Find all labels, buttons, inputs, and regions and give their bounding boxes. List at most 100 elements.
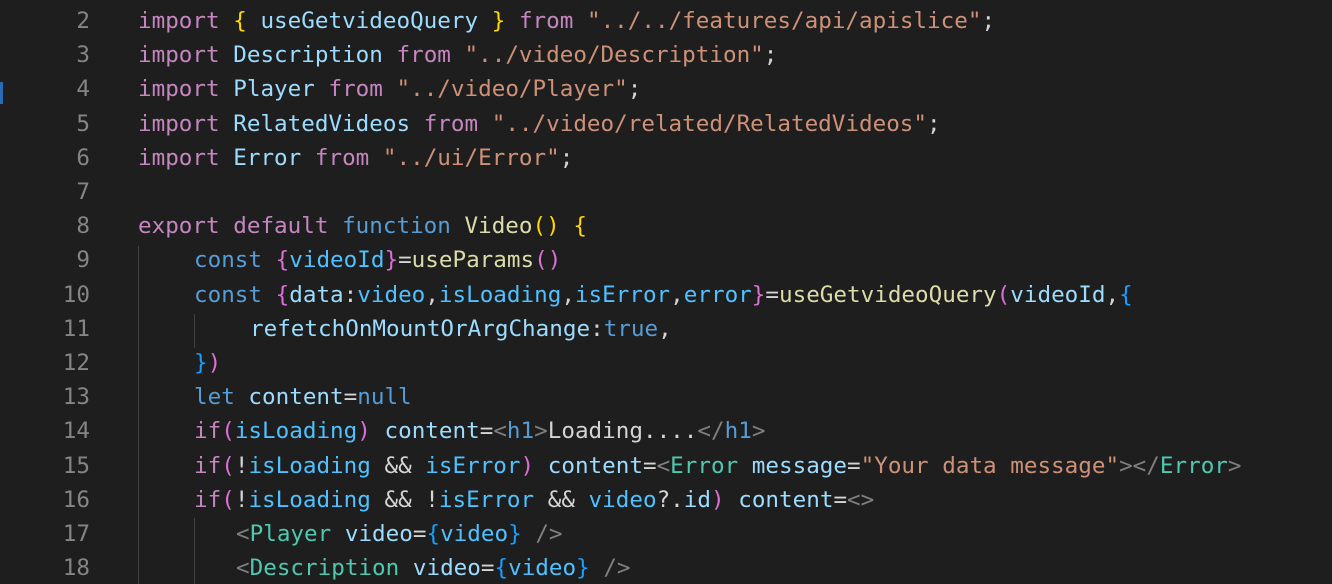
- code-token: =: [642, 452, 657, 479]
- code-token: (): [534, 247, 562, 274]
- code-token: videoId: [289, 247, 385, 274]
- code-line[interactable]: 8 export default function Video() {: [0, 209, 1332, 243]
- code-text: export default function Video() {: [138, 209, 587, 243]
- code-token: Error: [1159, 452, 1228, 479]
- code-token: import: [138, 144, 220, 171]
- code-token: !: [425, 486, 439, 513]
- code-token: h1: [506, 418, 535, 445]
- code-line[interactable]: 12}): [0, 346, 1332, 380]
- code-token: isLoading: [248, 486, 371, 513]
- code-token: <: [236, 521, 250, 547]
- code-token: function: [342, 213, 451, 240]
- code-line[interactable]: 17 <Player video={video} />: [0, 517, 1332, 551]
- line-number: 12: [62, 350, 90, 376]
- code-token: error: [683, 281, 752, 308]
- code-token: useParams: [411, 247, 535, 274]
- code-token: ): [357, 418, 371, 445]
- code-token: video: [412, 555, 481, 582]
- code-token: Description: [249, 555, 400, 582]
- code-token: useGetvideoQuery: [260, 8, 479, 34]
- line-number: 6: [76, 144, 90, 171]
- code-token: </: [697, 418, 725, 445]
- code-editor[interactable]: 2 import { useGetvideoQuery } from "../..…: [0, 0, 1332, 584]
- code-token: &&: [534, 486, 589, 513]
- code-token: refetchOnMountOrArgChange: [250, 315, 591, 342]
- code-token: (: [221, 452, 235, 479]
- code-token: let: [194, 384, 235, 411]
- code-token: export: [138, 213, 220, 240]
- code-text: const {videoId}=useParams(): [194, 243, 561, 277]
- code-token: ,: [425, 281, 439, 308]
- code-line[interactable]: 14 if(isLoading) content=<h1>Loading....<…: [0, 414, 1332, 448]
- code-token: video: [588, 486, 657, 513]
- code-token: (: [996, 281, 1011, 308]
- code-text: if(isLoading) content=<h1>Loading....</h…: [194, 414, 765, 448]
- code-token: <: [656, 452, 671, 479]
- code-token: ): [711, 486, 725, 513]
- code-token: const: [194, 281, 263, 308]
- code-line[interactable]: 9 const {videoId}=useParams(): [0, 243, 1332, 277]
- code-line[interactable]: 3 import Description from "../video/Descr…: [0, 38, 1332, 72]
- code-line[interactable]: 16 if(!isLoading && !isError && video?.id…: [0, 483, 1332, 517]
- code-token: =: [833, 486, 848, 513]
- code-line[interactable]: 6 import Error from "../ui/Error";: [0, 141, 1332, 175]
- code-token: (: [221, 486, 235, 513]
- code-line[interactable]: 2 import { useGetvideoQuery } from "../..…: [0, 4, 1332, 38]
- code-line[interactable]: 11 refetchOnMountOrArgChange:true,: [0, 312, 1332, 346]
- code-token: data: [289, 281, 344, 308]
- code-text: refetchOnMountOrArgChange:true,: [250, 312, 672, 346]
- code-token: "../../features/api/apislice": [586, 8, 982, 34]
- code-token: =: [412, 521, 427, 547]
- code-token: }: [194, 350, 208, 376]
- code-line[interactable]: 7: [0, 175, 1332, 209]
- code-token: :: [343, 281, 358, 308]
- code-token: videoId: [1010, 281, 1106, 308]
- code-token: (: [221, 418, 235, 445]
- code-token: id: [683, 486, 711, 513]
- code-token: isLoading: [234, 418, 358, 445]
- code-token: {: [494, 555, 509, 582]
- code-token: >: [1227, 452, 1242, 479]
- line-number: 16: [62, 486, 90, 513]
- code-token: "../ui/Error": [382, 144, 560, 171]
- code-token: video: [357, 281, 426, 308]
- code-token: content: [248, 384, 344, 411]
- code-line[interactable]: 5 import RelatedVideos from "../video/rel…: [0, 107, 1332, 141]
- code-line[interactable]: 15 if(!isLoading && isError) content=<Err…: [0, 449, 1332, 483]
- code-line[interactable]: 18 <Description video={video} />: [0, 551, 1332, 584]
- code-token: }: [491, 8, 506, 34]
- line-number: 3: [76, 42, 90, 69]
- code-token: =: [398, 247, 412, 274]
- code-token: import: [138, 8, 220, 34]
- code-token: =: [480, 555, 495, 582]
- code-text: if(!isLoading && !isError && video?.id) …: [194, 483, 874, 517]
- code-line[interactable]: 4 import Player from "../video/Player";: [0, 72, 1332, 106]
- code-line[interactable]: 10 const {data:video,isLoading,isError,er…: [0, 278, 1332, 312]
- code-token: useGetvideoQuery: [779, 281, 997, 308]
- code-line[interactable]: 13 let content=null: [0, 380, 1332, 414]
- code-text: import RelatedVideos from "../video/rela…: [138, 107, 941, 141]
- code-token: Player: [249, 521, 332, 547]
- code-token: ?.: [656, 486, 684, 513]
- code-token: {: [1119, 281, 1133, 308]
- code-token: isError: [438, 486, 535, 513]
- code-text: <Player video={video} />: [236, 517, 563, 551]
- code-token: ;: [559, 144, 574, 171]
- code-token: ;: [927, 110, 941, 137]
